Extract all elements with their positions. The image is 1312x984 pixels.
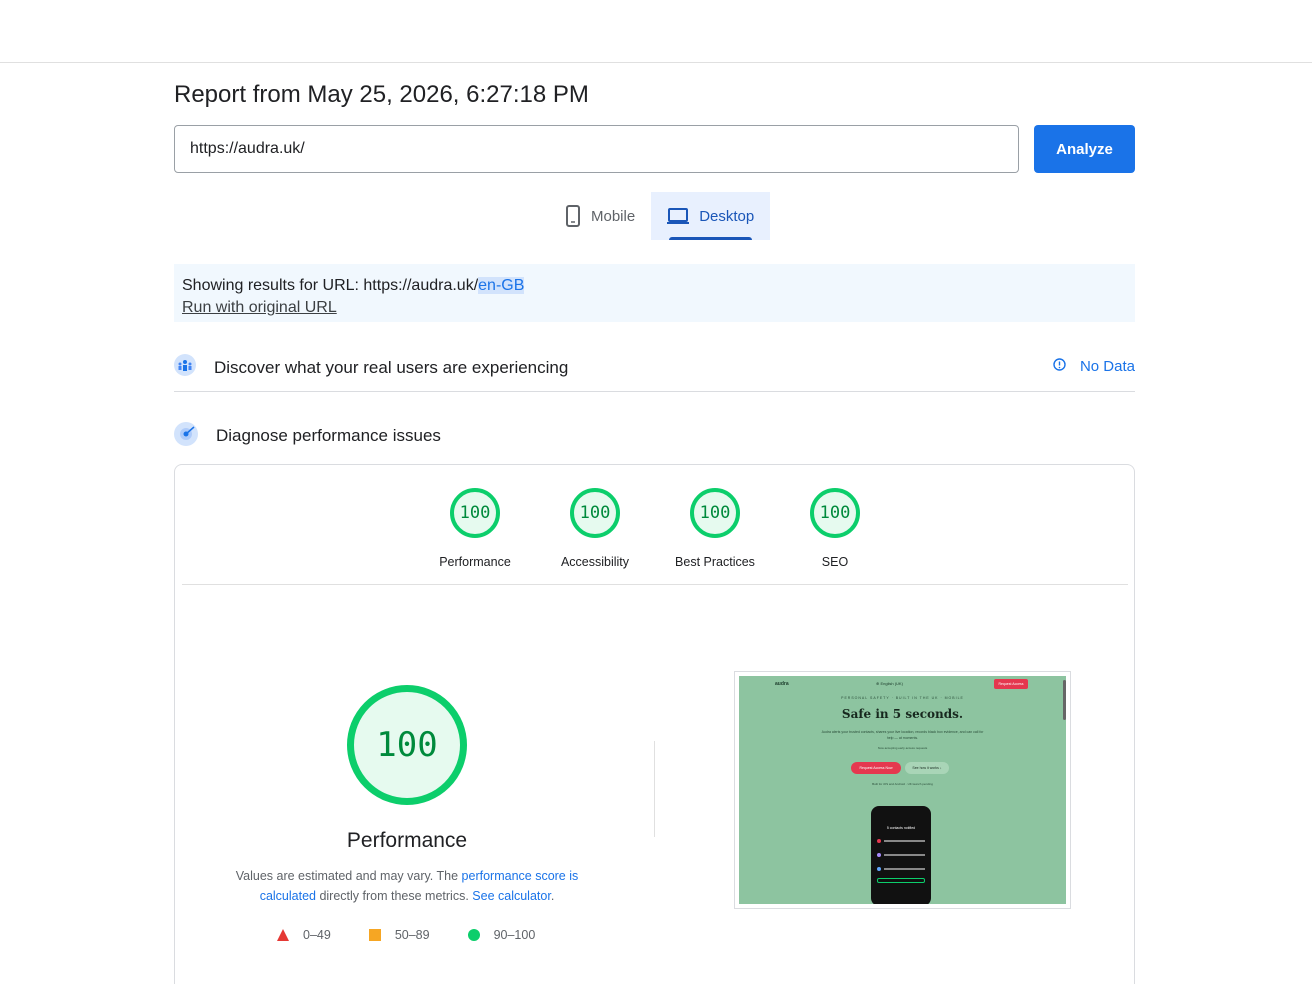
gauge-ring: 100 [810,488,860,538]
legend-range: 0–49 [303,928,331,942]
vertical-divider [654,741,655,837]
desc-text: . [550,889,555,903]
diagnose-section: Diagnose performance issues [174,418,1135,454]
tab-mobile[interactable]: Mobile [549,192,651,240]
notice-prefix: Showing results for URL: https://audra.u… [182,277,479,294]
score-description: Values are estimated and may vary. The p… [227,866,587,906]
report-card: 100 Performance 100 Accessibility 100 Be… [174,464,1135,984]
notice-text: Showing results for URL: https://audra.u… [182,275,1127,297]
shot-primary-button: Request Access Now [851,762,901,774]
top-bar [0,0,1312,63]
circle-icon [467,929,480,941]
shot-fineprint: Built for iOS and Android · UK launch pe… [872,782,933,786]
url-notice: Showing results for URL: https://audra.u… [174,264,1135,322]
shot-scrollbar [1063,680,1066,720]
gauge-accessibility[interactable]: 100 Accessibility [535,488,655,569]
gauge-ring: 100 [690,488,740,538]
device-tabs: Mobile Desktop [549,192,771,240]
gauge-seo[interactable]: 100 SEO [775,488,895,569]
legend-range: 90–100 [493,928,536,942]
tab-desktop[interactable]: Desktop [651,192,771,240]
shot-phone-row [877,850,925,860]
big-gauge-ring: 100 [347,685,467,805]
real-users-section[interactable]: Discover what your real users are experi… [174,344,1135,392]
divider [182,584,1128,585]
shot-phone-row [877,836,925,846]
score-gauges: 100 Performance 100 Accessibility 100 Be… [175,465,1136,585]
shot-phone: 5 contacts notified [871,806,931,904]
shot-subtext: Audra alerts your trusted contacts, shar… [821,730,984,740]
shot-cta-top: Request Access [994,679,1028,689]
score-legend: 0–49 50–89 90–100 [277,928,573,942]
no-data-label: No Data [1079,358,1135,375]
shot-logo: audra [775,681,789,687]
smartphone-icon [565,205,581,227]
run-original-url-link[interactable]: Run with original URL [182,297,1127,319]
shot-phone-row [877,864,925,874]
legend-item-average: 50–89 [368,928,430,942]
tab-desktop-label: Desktop [699,207,755,225]
analyze-button[interactable]: Analyze [1034,125,1135,173]
shot-kicker: PERSONAL SAFETY · BUILT IN THE UK · MOBI… [841,696,964,700]
laptop-icon [667,207,690,225]
gauge-label: Performance [439,555,511,569]
see-calculator-link[interactable]: See calculator [472,889,551,903]
info-icon [1053,358,1066,375]
triangle-icon [277,929,289,941]
desc-text: directly from these metrics. [315,889,473,903]
screenshot-canvas: audra ⊕ English (UK) Request Access PERS… [739,676,1066,904]
gauge-label: Accessibility [560,555,630,569]
legend-item-fail: 0–49 [277,928,331,942]
shot-subtext-2: Now accepting early access requests [877,746,928,750]
desc-text: Values are estimated and may vary. The [235,869,462,883]
shot-headline: Safe in 5 seconds. [841,707,964,721]
notice-highlight: en-GB [478,277,525,294]
big-gauge-label: Performance [346,829,468,852]
square-icon [368,929,381,941]
gauge-best-practices[interactable]: 100 Best Practices [655,488,775,569]
shot-nav: ⊕ English (UK) [876,681,903,686]
shot-phone-title: 5 contacts notified [886,826,916,830]
main-performance-score: 100 Performance Values are estimated and… [227,685,587,906]
page-screenshot[interactable]: audra ⊕ English (UK) Request Access PERS… [734,671,1071,909]
tab-mobile-label: Mobile [591,207,636,225]
real-users-label: Discover what your real users are experi… [214,357,569,377]
no-data-status: No Data [1053,358,1135,375]
users-icon [174,354,196,381]
page-title: Report from May 25, 2026, 6:27:18 PM [174,81,589,108]
gauge-ring: 100 [450,488,500,538]
legend-item-pass: 90–100 [467,928,536,942]
shot-secondary-button: See how it works ↓ [905,762,949,774]
gauge-performance[interactable]: 100 Performance [415,488,535,569]
lighthouse-icon [174,421,198,451]
diagnose-label: Diagnose performance issues [216,426,441,445]
gauge-label: Best Practices [675,555,755,569]
shot-phone-status [877,878,925,883]
url-input[interactable] [174,125,1019,173]
gauge-label: SEO [821,555,849,569]
legend-range: 50–89 [394,928,430,942]
gauge-ring: 100 [570,488,620,538]
